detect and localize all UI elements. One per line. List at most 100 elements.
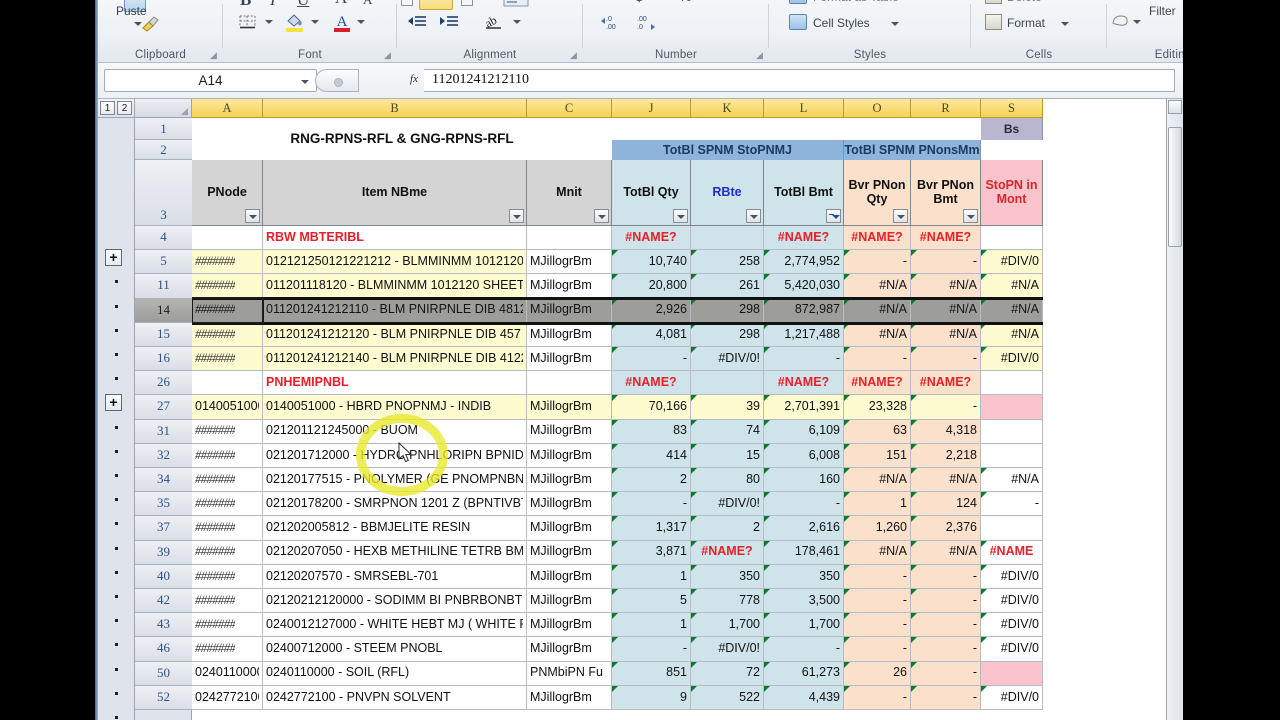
cell-K42[interactable]: 778 [691,589,764,614]
cell-A5[interactable]: ####### [192,250,263,275]
delete-cells-icon[interactable] [985,0,1002,4]
cell-L31[interactable]: 6,109 [764,419,844,444]
cell-K11[interactable]: 261 [691,274,764,299]
cell-R39[interactable]: #N/A [911,540,981,565]
cell-C39[interactable]: MJillogrBm [527,540,612,565]
column-header-j[interactable]: J [612,99,691,118]
cell-C52[interactable]: MJillogrBm [527,685,612,710]
cell-C46[interactable]: MJillogrBm [527,637,612,662]
cell-S42[interactable]: #DIV/0 [981,589,1043,614]
cell-K5[interactable]: 258 [691,250,764,275]
comma-style-icon[interactable]: › [715,0,719,4]
cell-B50[interactable]: 0240110000 - SOIL (RFL) [263,661,527,686]
cell-C37[interactable]: MJillogrBm [527,516,612,541]
cell-L40[interactable]: 350 [764,564,844,589]
cell-A43[interactable]: ####### [192,613,263,638]
column-header-k[interactable]: K [691,99,764,118]
outline-expand-button[interactable]: + [105,249,122,266]
orientation-icon[interactable]: ab [485,13,507,30]
row-header-52[interactable]: 52 [135,685,192,710]
cell-O4[interactable]: #NAME? [844,226,911,251]
cell-K14[interactable]: 298 [691,298,764,323]
column-filter-header-item-nbme[interactable]: Item NBme [263,160,527,226]
cell-R46[interactable]: - [911,637,981,662]
cell-B31[interactable]: 021201121245000 - BUOM [263,419,527,444]
cell-R15[interactable]: #N/A [911,322,981,347]
wrap-text-icon[interactable] [503,0,529,8]
cell-C16[interactable]: MJillogrBm [527,347,612,372]
row-header-35[interactable]: 35 [135,492,192,517]
cell-R43[interactable]: - [911,613,981,638]
align-right-icon[interactable] [461,0,473,6]
cell-S46[interactable]: #DIV/0 [981,637,1043,662]
cell-J43[interactable]: 1 [612,613,691,638]
increase-decimal-icon[interactable]: .0 .00 [601,13,625,31]
number-dialog-launcher-icon[interactable]: ◢ [756,51,765,60]
cell-K26[interactable] [691,371,764,396]
cell-A52[interactable]: 0242772100 [192,685,263,710]
cell-L34[interactable]: 160 [764,468,844,493]
row-header-39[interactable]: 39 [135,540,192,565]
cell-L46[interactable]: - [764,637,844,662]
merge-center-icon[interactable] [419,0,453,10]
filter-dropdown-button[interactable] [594,209,609,223]
sort-filter-label-line1[interactable]: Sort & [1149,0,1182,2]
cell-L50[interactable]: 61,273 [764,661,844,686]
row-header-27[interactable]: 27 [135,395,192,420]
cell-K27[interactable]: 39 [691,395,764,420]
fill-color-chevron-down-icon[interactable] [311,20,319,24]
cell-J16[interactable]: - [612,347,691,372]
row-header-37[interactable]: 37 [135,516,192,541]
clear-eraser-icon[interactable] [1111,14,1130,27]
cell-S26[interactable] [981,371,1043,396]
cell-A42[interactable]: ####### [192,589,263,614]
font-color-chevron-down-icon[interactable] [357,20,365,24]
cell-R11[interactable]: #N/A [911,274,981,299]
cell-J15[interactable]: 4,081 [612,322,691,347]
cell-styles-chevron-down-icon[interactable] [891,22,899,26]
row-header-40[interactable]: 40 [135,564,192,589]
column-header-r[interactable]: R [911,99,981,118]
cell-J50[interactable]: 851 [612,661,691,686]
cell-B4[interactable]: RBW MBTERIBL [263,226,527,251]
cell-O32[interactable]: 151 [844,443,911,468]
row-header-32[interactable]: 32 [135,443,192,468]
row-header-11[interactable]: 11 [135,274,192,299]
cell-O46[interactable]: - [844,637,911,662]
cell-C43[interactable]: MJillogrBm [527,613,612,638]
cell-K34[interactable]: 80 [691,468,764,493]
fill-color-icon[interactable] [285,12,305,32]
cell-L42[interactable]: 3,500 [764,589,844,614]
cell-B14[interactable]: 011201241212110 - BLM PNIRPNLE DIB 4812 … [263,298,527,323]
cell-L39[interactable]: 178,461 [764,540,844,565]
cell-B27[interactable]: 0140051000 - HBRD PNOPNMJ - INDIB [263,395,527,420]
cell-S11[interactable]: #N/A [981,274,1043,299]
borders-icon[interactable] [239,14,256,29]
cell-O50[interactable]: 26 [844,661,911,686]
cell-L32[interactable]: 6,008 [764,443,844,468]
row-header-2[interactable]: 2 [135,140,192,160]
cell-A50[interactable]: 0240110000 [192,661,263,686]
cell-S15[interactable]: #N/A [981,322,1043,347]
cell-K32[interactable]: 15 [691,443,764,468]
cell-J35[interactable]: - [612,492,691,517]
cell-O43[interactable]: - [844,613,911,638]
filter-dropdown-button[interactable] [893,209,908,223]
cell-J11[interactable]: 20,800 [612,274,691,299]
cell-J42[interactable]: 5 [612,589,691,614]
cell-A39[interactable]: ####### [192,540,263,565]
cell-O14[interactable]: #N/A [844,298,911,323]
cell-S4[interactable] [981,226,1043,251]
cell-A27[interactable]: 0140051000 [192,395,263,420]
cell-B52[interactable]: 0242772100 - PNVPN SOLVENT [263,685,527,710]
cell-S14[interactable]: #N/A [981,298,1043,323]
cell-C42[interactable]: MJillogrBm [527,589,612,614]
cell-J4[interactable]: #NAME? [612,226,691,251]
cell-L16[interactable]: - [764,347,844,372]
cell-J39[interactable]: 3,871 [612,540,691,565]
cell-B15[interactable]: 011201241212120 - BLM PNIRPNLE DIB 457 M… [263,322,527,347]
format-as-table-icon[interactable] [789,0,807,4]
cell-B16[interactable]: 011201241212140 - BLM PNIRPNLE DIB 4122 … [263,347,527,372]
cell-R16[interactable]: - [911,347,981,372]
percent-icon[interactable]: % [679,0,691,4]
